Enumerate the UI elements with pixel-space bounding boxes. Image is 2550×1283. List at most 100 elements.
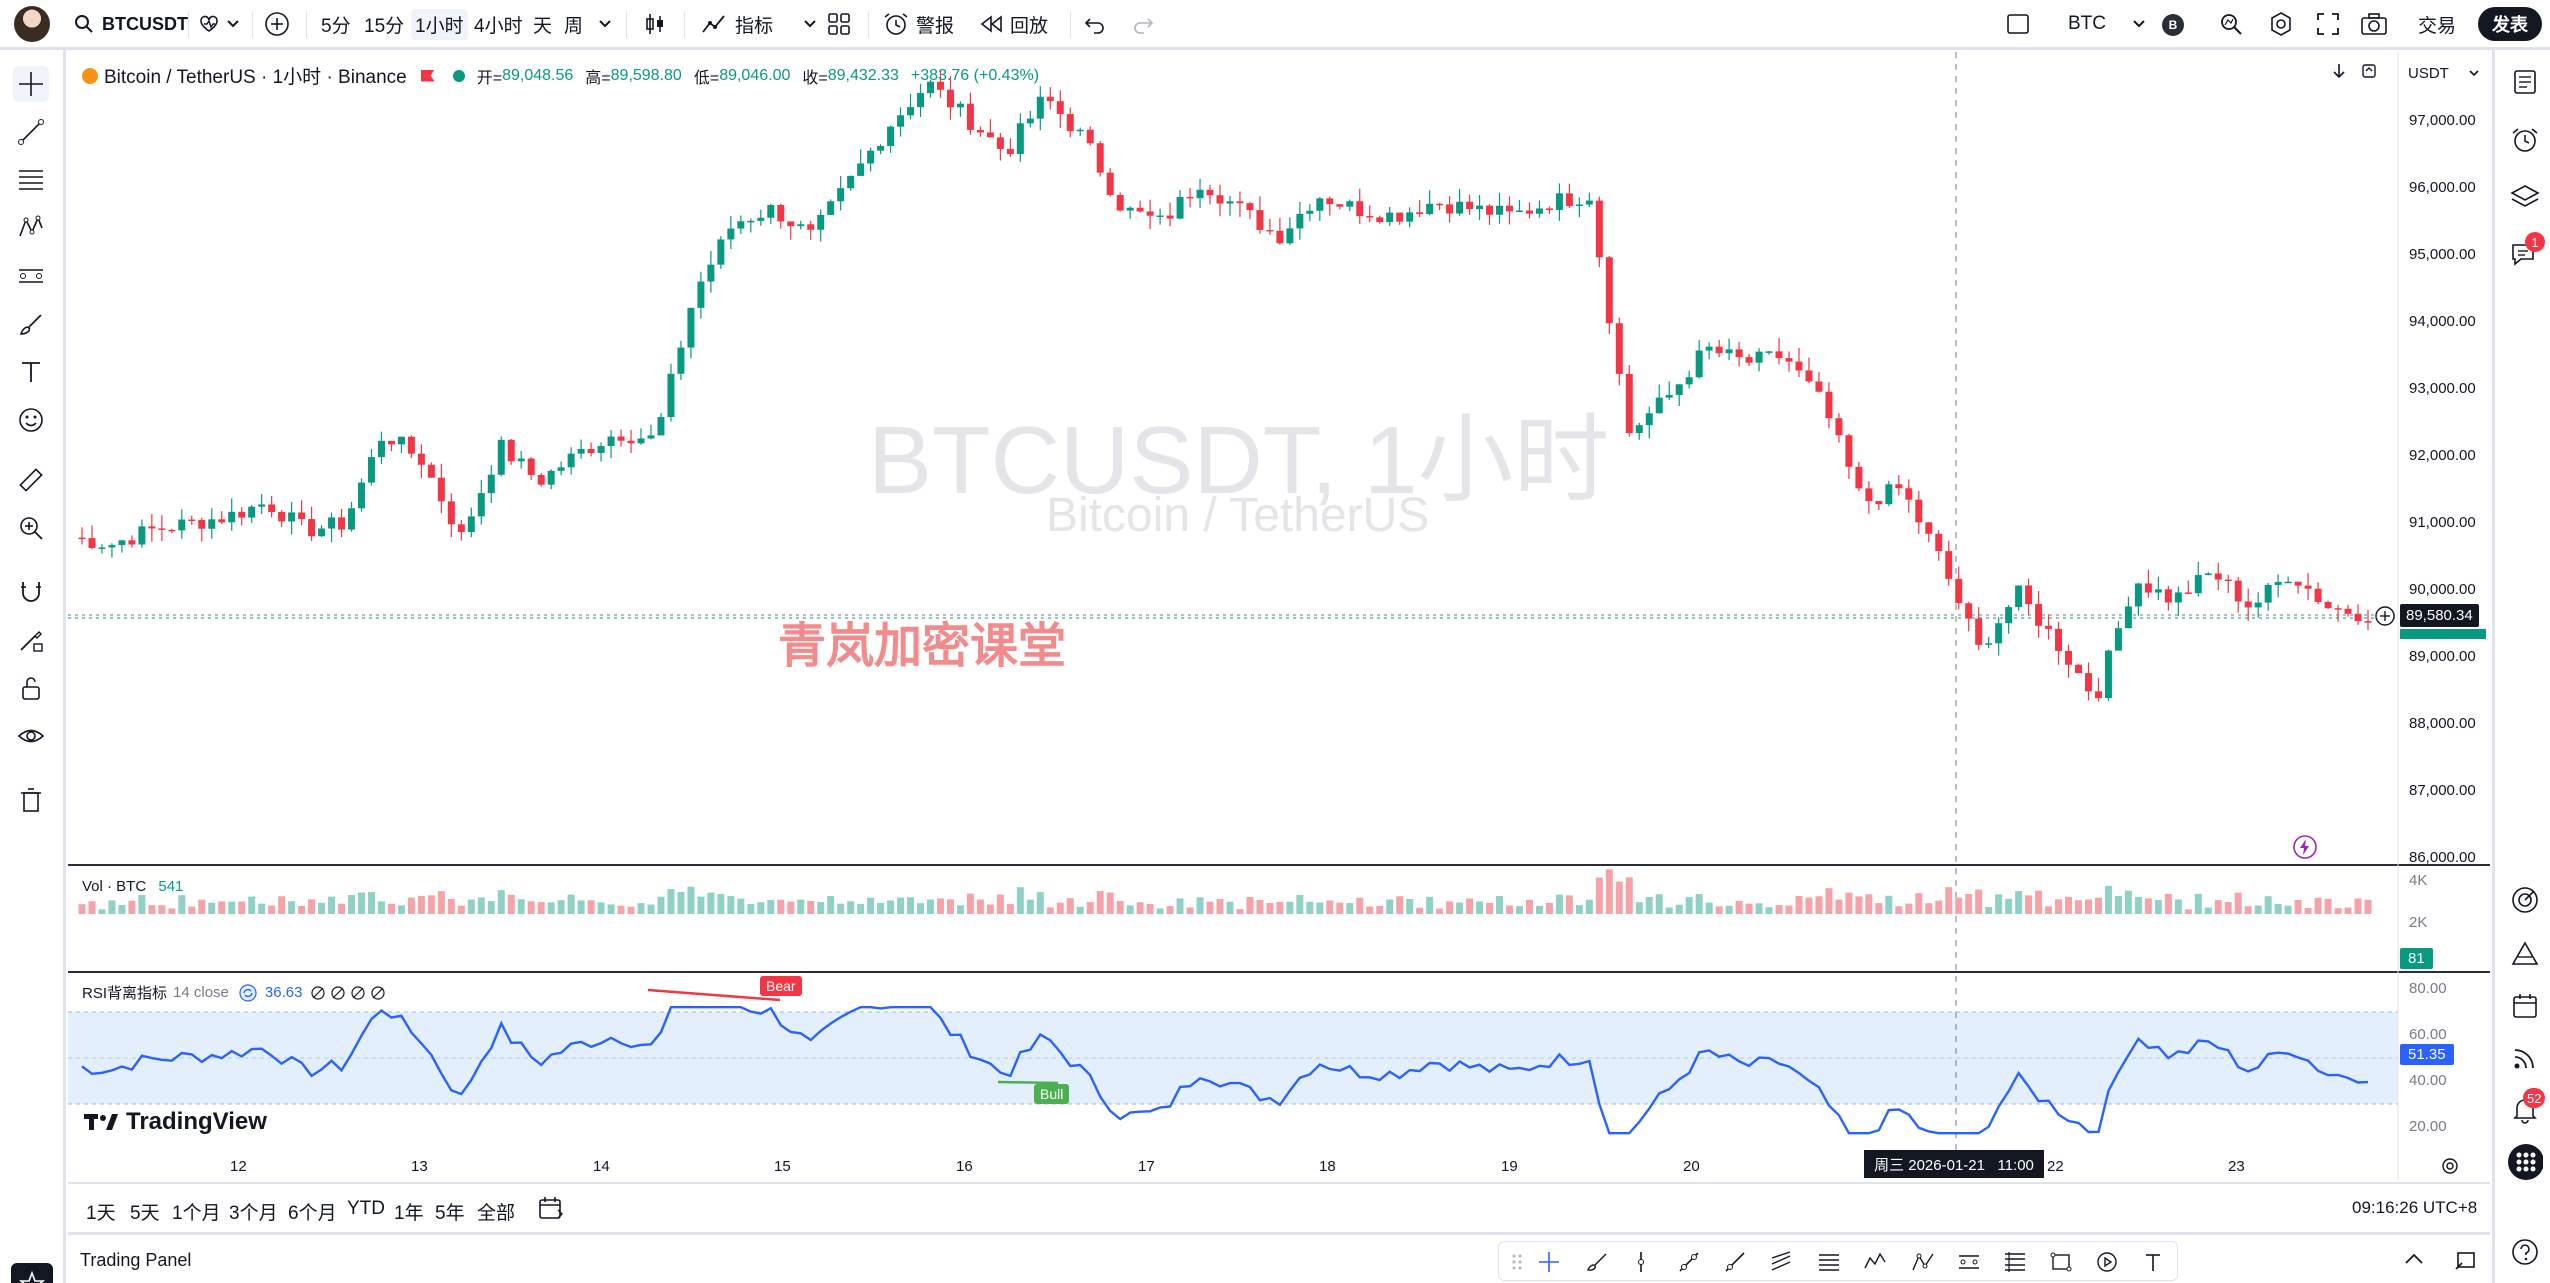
axis-settings-icon[interactable] xyxy=(2440,1156,2460,1176)
parallel-channel-icon[interactable] xyxy=(1767,1248,1795,1276)
play-icon[interactable] xyxy=(2093,1248,2121,1276)
favorites-button[interactable] xyxy=(11,1263,53,1283)
chart-canvas[interactable] xyxy=(68,52,2490,1180)
object-tree-button[interactable] xyxy=(2507,178,2543,214)
watchlist-button[interactable] xyxy=(2507,64,2543,100)
alerts-button[interactable] xyxy=(2507,122,2543,158)
currency-dropdown[interactable] xyxy=(2132,0,2146,48)
fib-tool[interactable] xyxy=(13,162,49,198)
trading-panel-label[interactable]: Trading Panel xyxy=(80,1250,191,1271)
news-button[interactable] xyxy=(2507,1040,2543,1076)
range-1d[interactable]: 1天 xyxy=(86,1198,116,1225)
stay-in-drawing-mode[interactable] xyxy=(13,622,49,658)
calendar-icon[interactable] xyxy=(538,1196,564,1220)
emoji-tool[interactable] xyxy=(13,402,49,438)
sync-icon[interactable] xyxy=(239,983,257,1002)
range-ytd[interactable]: YTD xyxy=(347,1198,385,1220)
crosshair-icon[interactable] xyxy=(1535,1248,1563,1276)
range-all[interactable]: 全部 xyxy=(477,1198,515,1225)
collapse-panel-icon[interactable] xyxy=(2402,1249,2426,1269)
fullscreen-button[interactable] xyxy=(2316,0,2340,48)
tradingview-logo[interactable]: TradingView xyxy=(84,1108,267,1136)
vertical-line-icon[interactable] xyxy=(1627,1248,1655,1276)
range-6m[interactable]: 6个月 xyxy=(288,1198,337,1225)
trend-line-tool[interactable] xyxy=(13,114,49,150)
forecast-tool[interactable] xyxy=(13,258,49,294)
ray-icon[interactable] xyxy=(1721,1248,1749,1276)
compare-symbol-button[interactable] xyxy=(198,0,240,48)
pattern-tool[interactable] xyxy=(13,210,49,246)
brush-icon[interactable] xyxy=(1583,1248,1611,1276)
timeframe-5m[interactable]: 5分 xyxy=(321,0,351,48)
eye-off-icon[interactable] xyxy=(370,985,386,1001)
settings-button[interactable] xyxy=(2268,0,2294,48)
gann-box-icon[interactable] xyxy=(2001,1248,2029,1276)
alert-button[interactable]: 警报 xyxy=(882,0,954,48)
range-1y[interactable]: 1年 xyxy=(394,1198,424,1225)
calendar-button[interactable] xyxy=(2507,988,2543,1024)
measure-tool[interactable] xyxy=(13,462,49,498)
refresh-icon[interactable] xyxy=(2360,62,2378,80)
products-menu-button[interactable] xyxy=(2507,1144,2543,1180)
text-icon[interactable] xyxy=(2139,1248,2167,1276)
help-button[interactable] xyxy=(2507,1234,2543,1270)
maximize-panel-icon[interactable] xyxy=(2454,1249,2478,1271)
broker-badge[interactable]: B xyxy=(2162,14,2184,36)
undo-button[interactable] xyxy=(1084,0,1106,48)
replay-button[interactable]: 回放 xyxy=(980,0,1048,48)
timeframe-15m[interactable]: 15分 xyxy=(364,0,404,48)
symbol-title[interactable]: Bitcoin / TetherUS · 1小时 · Binance xyxy=(104,62,407,89)
rectangle-icon[interactable] xyxy=(2047,1248,2075,1276)
lightning-icon[interactable] xyxy=(2292,834,2318,860)
flag-icon[interactable] xyxy=(420,69,435,82)
chart-area[interactable]: BTCUSDT, 1小时 Bitcoin / TetherUS 青岚加密课堂 B… xyxy=(68,52,2490,1180)
clock[interactable]: 09:16:26 UTC+8 xyxy=(2352,1198,2477,1218)
timeframe-dropdown[interactable] xyxy=(598,0,612,48)
timeframe-1w[interactable]: 周 xyxy=(564,0,583,48)
pattern-icon[interactable] xyxy=(1909,1248,1937,1276)
magnet-tool[interactable] xyxy=(13,574,49,610)
indicators-button[interactable]: 指标 xyxy=(701,0,817,48)
hide-drawings[interactable] xyxy=(13,718,49,754)
ideas-button[interactable] xyxy=(2507,936,2543,972)
eye-off-icon[interactable] xyxy=(310,985,326,1001)
timeframe-1d[interactable]: 天 xyxy=(533,0,552,48)
elliott-wave-icon[interactable] xyxy=(1861,1248,1889,1276)
currency-selector[interactable]: BTC xyxy=(2068,0,2106,48)
range-5d[interactable]: 5天 xyxy=(130,1198,160,1225)
timeframe-1h[interactable]: 1小时 xyxy=(411,0,468,48)
quick-search-button[interactable] xyxy=(2218,0,2244,48)
eye-off-icon[interactable] xyxy=(330,985,346,1001)
range-1m[interactable]: 1个月 xyxy=(172,1198,221,1225)
publish-button[interactable]: 发表 xyxy=(2478,7,2542,41)
redo-button[interactable] xyxy=(1132,0,1154,48)
range-5y[interactable]: 5年 xyxy=(435,1198,465,1225)
crosshair-tool[interactable] xyxy=(13,66,49,102)
fullscreen-box-button[interactable] xyxy=(2006,0,2030,48)
fib-channel-icon[interactable] xyxy=(1955,1248,1983,1276)
price-currency-selector[interactable]: USDT xyxy=(2404,60,2484,86)
trend-line-icon[interactable] xyxy=(1675,1248,1703,1276)
eye-off-icon[interactable] xyxy=(350,985,366,1001)
avatar[interactable] xyxy=(14,6,50,42)
drag-handle-icon[interactable] xyxy=(1503,1248,1531,1276)
screenshot-button[interactable] xyxy=(2360,0,2388,48)
layouts-button[interactable] xyxy=(826,0,852,48)
lock-drawings[interactable] xyxy=(13,670,49,706)
scroll-down-icon[interactable] xyxy=(2330,62,2348,80)
timeframe-4h[interactable]: 4小时 xyxy=(474,0,523,48)
chart-type-button[interactable] xyxy=(642,0,668,48)
fib-retracement-icon[interactable] xyxy=(1815,1248,1843,1276)
add-price-plus-icon[interactable] xyxy=(2374,605,2396,627)
remove-drawings[interactable] xyxy=(13,782,49,818)
volume-bar xyxy=(2035,890,2043,914)
zoom-in-tool[interactable] xyxy=(13,510,49,546)
trade-button[interactable]: 交易 xyxy=(2418,0,2456,48)
brush-tool[interactable] xyxy=(13,306,49,342)
add-symbol-button[interactable] xyxy=(264,0,290,48)
symbol-search[interactable]: BTCUSDT xyxy=(74,0,188,48)
range-3m[interactable]: 3个月 xyxy=(229,1198,278,1225)
volume-bar xyxy=(1066,898,1074,914)
screener-button[interactable] xyxy=(2507,882,2543,918)
text-tool[interactable] xyxy=(13,354,49,390)
